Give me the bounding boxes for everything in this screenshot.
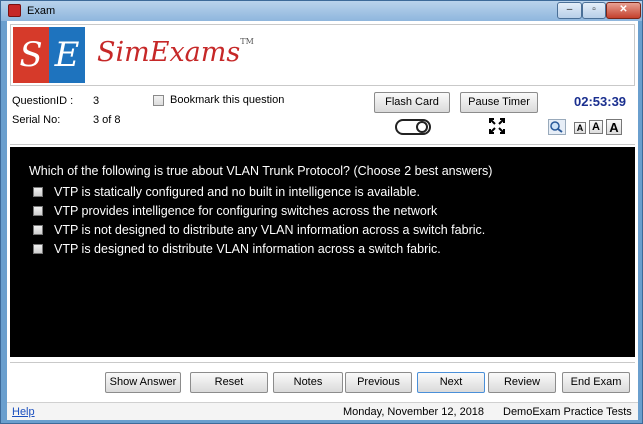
flash-card-button[interactable]: Flash Card [374,92,450,113]
question-info-bar: QuestionID : 3 Serial No: 3 of 8 Bookmar… [10,89,635,145]
option-checkbox[interactable] [33,225,43,235]
help-link[interactable]: Help [12,406,35,418]
next-button[interactable]: Next [417,372,485,393]
option-checkbox[interactable] [33,187,43,197]
exam-timer: 02:53:39 [574,94,627,109]
bookmark-label: Bookmark this question [170,94,285,106]
question-id-label: QuestionID : [12,95,74,107]
notes-button[interactable]: Notes [273,372,343,393]
font-large-button[interactable]: A [606,119,622,135]
brand-name: SimExamsTM [97,37,254,68]
option-checkbox[interactable] [33,206,43,216]
bookmark-checkbox[interactable] [153,95,164,106]
exam-app-icon [8,4,21,17]
maximize-button[interactable]: ▫ [582,2,606,19]
font-medium-button[interactable]: A [589,120,603,134]
close-button[interactable]: ✕ [606,2,641,19]
brand-banner: S E SimExamsTM [10,24,635,86]
status-date: Monday, November 12, 2018 [343,406,485,418]
expand-icon[interactable] [488,117,506,135]
question-text: Which of the following is true about VLA… [29,164,493,178]
option-text: VTP is statically configured and no buil… [54,185,420,199]
font-small-button[interactable]: A [574,122,586,134]
logo-letter-e: E [49,27,85,83]
minimize-button[interactable]: – [557,2,582,19]
toggle-switch-icon[interactable] [395,119,431,135]
serial-value: 3 of 8 [93,114,121,126]
product-name: DemoExam Practice Tests [503,406,632,418]
status-bar: Help Monday, November 12, 2018 DemoExam … [7,402,638,420]
previous-button[interactable]: Previous [345,372,412,393]
show-answer-button[interactable]: Show Answer [105,372,181,393]
logo-letter-s: S [13,27,49,83]
toggle-knob [416,121,428,133]
client-area: S E SimExamsTM QuestionID : 3 Serial No:… [7,21,638,420]
reset-button[interactable]: Reset [190,372,268,393]
simexams-logo: S E [13,27,85,83]
navigation-bar: Show Answer Reset Notes Previous Next Re… [10,362,635,398]
zoom-icon[interactable] [548,119,566,135]
pause-timer-button[interactable]: Pause Timer [460,92,538,113]
question-panel: Which of the following is true about VLA… [10,147,635,357]
option-text: VTP is not designed to distribute any VL… [54,223,486,237]
option-text: VTP provides intelligence for configurin… [54,204,438,218]
end-exam-button[interactable]: End Exam [562,372,630,393]
review-button[interactable]: Review [488,372,556,393]
question-id-value: 3 [93,95,100,107]
brand-text: SimExams [97,37,241,68]
option-checkbox[interactable] [33,244,43,254]
exam-window: Exam – ▫ ✕ S E SimExamsTM QuestionID : 3… [0,0,643,424]
option-text: VTP is designed to distribute VLAN infor… [54,242,441,256]
serial-label: Serial No: [12,114,61,126]
trademark: TM [240,37,254,46]
title-bar: Exam – ▫ ✕ [1,1,642,21]
window-title: Exam [27,5,56,17]
